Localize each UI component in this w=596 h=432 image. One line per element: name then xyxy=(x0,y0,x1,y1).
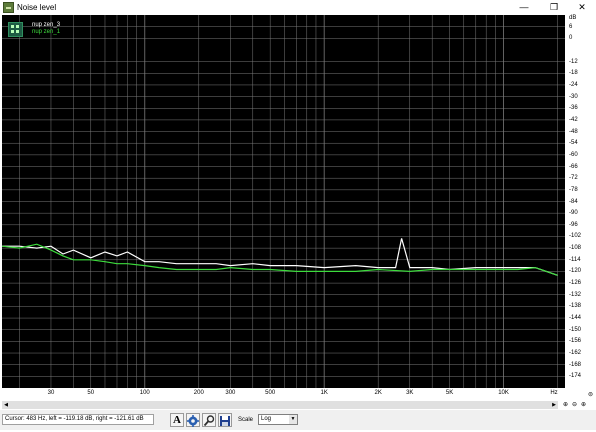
title-bar[interactable]: Noise level — ❒ ✕ xyxy=(0,0,596,15)
scale-select[interactable]: Log ▼ xyxy=(258,414,298,425)
floppy-disk-icon xyxy=(220,416,230,426)
settings-button[interactable] xyxy=(186,413,200,427)
y-tick-label: -126 xyxy=(569,280,582,287)
y-tick-label: -156 xyxy=(569,338,582,345)
y-tick-label: -30 xyxy=(569,93,578,100)
x-tick-label: 50 xyxy=(87,390,95,396)
y-tick-label: -132 xyxy=(569,291,582,298)
y-tick-label: -78 xyxy=(569,186,578,193)
x-tick-label: 30 xyxy=(47,390,55,396)
y-tick-label: -108 xyxy=(569,245,582,252)
y-tick-label: -120 xyxy=(569,268,582,275)
y-tick-label: 0 xyxy=(569,35,573,42)
y-tick-label: -96 xyxy=(569,221,578,228)
save-button[interactable] xyxy=(218,413,232,427)
x-tick-label: 5K xyxy=(445,390,454,396)
legend: nup zen_3 nup zen_1 xyxy=(8,22,98,44)
plot-canvas xyxy=(2,15,565,388)
y-tick-label: -102 xyxy=(569,233,582,240)
legend-item-nup-zen-1: nup zen_1 xyxy=(32,29,61,35)
noise-level-window: Noise level — ❒ ✕ nup zen_3 nup zen_1 dB… xyxy=(0,0,596,430)
y-tick-label: -138 xyxy=(569,303,582,310)
y-tick-label: -174 xyxy=(569,373,582,380)
y-tick-label: -66 xyxy=(569,163,578,170)
window-title: Noise level xyxy=(17,3,57,12)
x-tick-label: 500 xyxy=(265,390,276,396)
y-tick-label: -72 xyxy=(569,175,578,182)
y-tick-label: -150 xyxy=(569,326,582,333)
restore-button[interactable]: ❒ xyxy=(540,0,568,15)
y-tick-label: -84 xyxy=(569,198,578,205)
zoom-fit-icon[interactable]: ⊕ xyxy=(579,401,588,410)
app-icon xyxy=(3,2,14,13)
y-tick-label: -42 xyxy=(569,116,578,123)
y-axis: dB 6 0 -12 -18 -24 -30 -36 -42 -48 -54 -60 -66 -72 -7… xyxy=(566,15,596,398)
cursor-readout: Cursor: 483 Hz, left = -119.18 dB, right… xyxy=(2,414,154,425)
gear-icon xyxy=(187,415,199,427)
x-tick-label: 100 xyxy=(139,390,150,396)
wrench-icon xyxy=(203,415,215,427)
y-tick-label: -12 xyxy=(569,58,578,65)
noise-plot[interactable] xyxy=(2,15,565,398)
x-tick-label: 2K xyxy=(374,390,382,396)
y-tick-label: -18 xyxy=(569,70,578,77)
close-button[interactable]: ✕ xyxy=(568,0,596,15)
y-tick-label: 6 xyxy=(569,23,573,30)
y-tick-label: -24 xyxy=(569,81,578,88)
y-tick-label: -168 xyxy=(569,361,582,368)
y-axis-unit: dB xyxy=(569,15,577,21)
zoom-out-icon[interactable]: ⊖ xyxy=(570,401,579,410)
y-tick-label: -162 xyxy=(569,350,582,357)
x-tick-label: 10K xyxy=(498,390,509,396)
status-bar: Cursor: 483 Hz, left = -119.18 dB, right… xyxy=(0,410,596,430)
chevron-down-icon[interactable]: ▼ xyxy=(289,415,297,424)
y-tick-label: -54 xyxy=(569,140,578,147)
horizontal-scrollbar[interactable]: ◀ ▶ xyxy=(2,401,558,409)
scale-label: Scale xyxy=(238,417,254,423)
y-tick-label: -36 xyxy=(569,105,578,112)
y-tick-label: -90 xyxy=(569,210,578,217)
y-zoom-icon[interactable]: ⊜ xyxy=(586,391,595,400)
x-tick-label: 300 xyxy=(225,390,236,396)
font-button[interactable]: A xyxy=(170,413,184,427)
scroll-right-icon[interactable]: ▶ xyxy=(550,401,558,409)
y-tick-label: -60 xyxy=(569,151,578,158)
x-tick-label: 200 xyxy=(193,390,204,396)
y-tick-label: -114 xyxy=(569,256,581,263)
y-tick-label: -144 xyxy=(569,315,582,322)
scale-select-value: Log xyxy=(261,416,272,422)
legend-toggle-icon[interactable] xyxy=(8,22,23,37)
x-tick-label: 1K xyxy=(320,390,328,396)
minimize-button[interactable]: — xyxy=(510,0,538,15)
scroll-left-icon[interactable]: ◀ xyxy=(2,401,10,409)
x-axis: Hz 30 50 100 200 300 500 1K 2K 3K 5K 10K xyxy=(2,388,565,400)
zoom-in-icon[interactable]: ⊕ xyxy=(561,401,570,410)
x-tick-label: 3K xyxy=(406,390,414,396)
x-axis-unit: Hz xyxy=(550,390,558,396)
y-tick-label: -48 xyxy=(569,128,578,135)
tools-button[interactable] xyxy=(202,413,216,427)
legend-item-nup-zen-3: nup zen_3 xyxy=(32,22,61,28)
